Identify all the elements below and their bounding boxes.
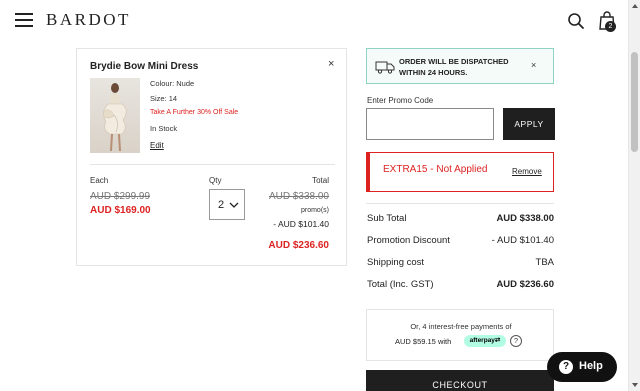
product-promo-note: Take A Further 30% Off Sale: [150, 109, 239, 116]
dress-illustration: [102, 83, 127, 152]
apply-promo-button[interactable]: APPLY: [503, 108, 555, 140]
scroll-up-arrow-icon[interactable]: [632, 4, 638, 8]
help-label: Help: [579, 360, 603, 372]
shipping-cost-value: TBA: [535, 257, 554, 268]
checkout-button[interactable]: CHECKOUT: [366, 370, 554, 391]
card-divider: [90, 164, 335, 165]
shipping-cost-label: Shipping cost: [367, 257, 425, 268]
line-promo-amount: - AUD $101.40: [273, 219, 329, 229]
line-promo-label: promo(s): [300, 207, 329, 214]
cart-item-card: Brydie Bow Mini Dress × Colour: Nude Siz…: [76, 48, 347, 266]
remove-item-close-icon[interactable]: ×: [328, 58, 334, 70]
delivery-truck-icon: [375, 61, 395, 74]
product-image[interactable]: [90, 78, 140, 153]
original-unit-price: AUD $299.99: [90, 191, 151, 202]
promo-status-text: EXTRA15 - Not Applied: [383, 164, 488, 175]
total-column-label: Total: [312, 176, 329, 185]
subtotal-label: Sub Total: [367, 213, 407, 224]
qty-column-label: Qty: [209, 176, 222, 185]
remove-promo-link[interactable]: Remove: [512, 167, 542, 176]
page-scrollbar[interactable]: [628, 0, 640, 391]
product-size: Size: 14: [150, 94, 178, 103]
dispatch-text-line2: WITHIN 24 HOURS.: [399, 68, 468, 77]
product-stock-status: In Stock: [150, 124, 178, 133]
order-total-label: Total (Inc. GST): [367, 279, 434, 290]
quantity-value: 2: [218, 199, 225, 211]
afterpay-text-line1: Or, 4 interest-free payments of: [410, 322, 512, 331]
order-total-value: AUD $236.60: [496, 279, 554, 290]
line-total: AUD $236.60: [268, 240, 329, 251]
promotion-discount-label: Promotion Discount: [367, 235, 450, 246]
bag-count-badge: 2: [605, 21, 616, 32]
scroll-thumb[interactable]: [631, 52, 638, 152]
close-icon[interactable]: ×: [531, 60, 536, 70]
help-question-icon: ?: [559, 360, 573, 374]
each-column-label: Each: [90, 176, 109, 185]
afterpay-logo: afterpay⇄: [464, 335, 506, 347]
dispatch-notice: ORDER WILL BE DISPATCHED WITHIN 24 HOURS…: [366, 48, 554, 84]
chevron-down-icon: [229, 202, 239, 208]
promo-code-input[interactable]: [366, 108, 494, 140]
sale-unit-price: AUD $169.00: [90, 205, 151, 216]
product-name[interactable]: Brydie Bow Mini Dress: [90, 61, 198, 72]
original-line-total: AUD $338.00: [268, 191, 329, 202]
promo-code-label: Enter Promo Code: [367, 96, 434, 105]
afterpay-info-box: Or, 4 interest-free payments of AUD $59.…: [366, 309, 554, 361]
hamburger-menu-icon[interactable]: [15, 13, 33, 27]
help-chat-button[interactable]: ? Help: [547, 352, 617, 382]
edit-item-link[interactable]: Edit: [150, 141, 164, 150]
info-icon[interactable]: ?: [510, 335, 522, 347]
summary-divider: [366, 203, 554, 204]
subtotal-value: AUD $338.00: [496, 213, 554, 224]
scroll-down-arrow-icon[interactable]: [632, 383, 638, 387]
search-icon[interactable]: [567, 12, 585, 30]
dispatch-text-line1: ORDER WILL BE DISPATCHED: [399, 57, 509, 66]
promotion-discount-value: - AUD $101.40: [491, 235, 554, 246]
cart-page: BARDOT 2 Brydie Bow Mini Dress × Colour:…: [0, 0, 640, 391]
quantity-select[interactable]: 2: [209, 189, 245, 220]
site-header: BARDOT 2: [0, 0, 628, 42]
afterpay-instalment-text: AUD $59.15 with: [395, 337, 452, 346]
brand-logo[interactable]: BARDOT: [46, 10, 131, 30]
promo-status-box: EXTRA15 - Not Applied Remove: [366, 152, 554, 192]
product-colour: Colour: Nude: [150, 79, 195, 88]
